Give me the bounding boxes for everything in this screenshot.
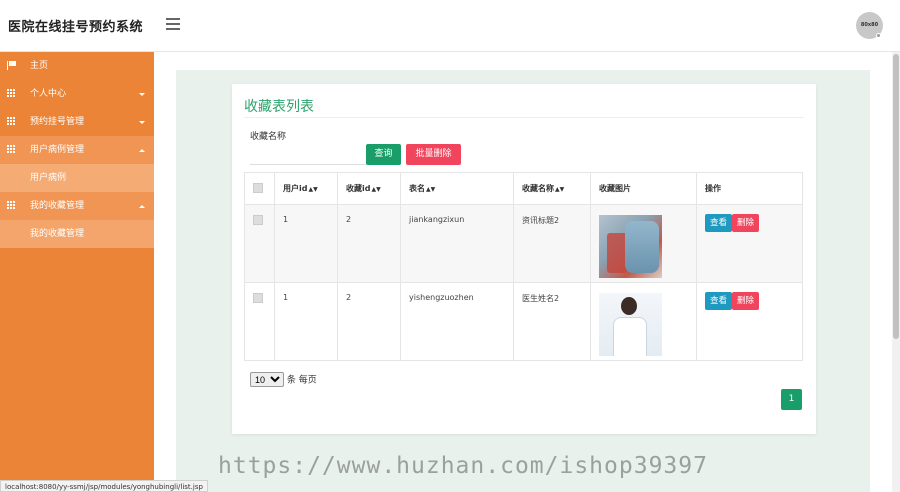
- chevron-up-icon: [139, 205, 145, 208]
- scrollbar[interactable]: [892, 52, 900, 492]
- status-dot-icon: [876, 33, 881, 38]
- sidebar-item-user-case-management[interactable]: 用户病例管理: [0, 136, 154, 164]
- select-all-checkbox[interactable]: [253, 183, 263, 193]
- scrollbar-thumb[interactable]: [893, 54, 899, 339]
- cell-user-id: 1: [274, 282, 338, 361]
- table-row: 1 2 jiankangzixun 资讯标题2 查看 删除: [244, 204, 803, 283]
- search-label: 收藏名称: [250, 132, 287, 142]
- column-header[interactable]: 收藏名称▲▼: [513, 172, 591, 205]
- search-button[interactable]: 查询: [366, 144, 401, 165]
- cell-fav-id: 2: [337, 204, 401, 283]
- sort-icon: ▲▼: [308, 186, 318, 193]
- sidebar-item-label: 预约挂号管理: [30, 117, 85, 127]
- table-header-row: 用户id▲▼ 收藏id▲▼ 表名▲▼ 收藏名称▲▼ 收藏图片 操作: [244, 172, 803, 205]
- table-row: 1 2 yishengzuozhen 医生姓名2 查看 删除: [244, 282, 803, 361]
- cell-fav-name: 资讯标题2: [513, 204, 591, 283]
- sidebar-subitem-favorites[interactable]: 我的收藏管理: [0, 220, 154, 248]
- flag-icon: [7, 61, 16, 70]
- page-button-1[interactable]: 1: [781, 389, 802, 410]
- sort-icon: ▲▼: [371, 186, 381, 193]
- sidebar-item-personal-center[interactable]: 个人中心: [0, 80, 154, 108]
- sidebar-item-appointment-management[interactable]: 预约挂号管理: [0, 108, 154, 136]
- medical-image: [599, 215, 662, 278]
- doctor-image: [599, 293, 662, 356]
- list-card: 收藏表列表 收藏名称 查询 批量删除 用户id▲▼ 收藏id▲▼ 表名▲▼ 收藏…: [232, 84, 816, 434]
- sidebar-item-label: 主页: [30, 61, 49, 71]
- row-checkbox[interactable]: [253, 215, 263, 225]
- row-checkbox[interactable]: [253, 293, 263, 303]
- chevron-down-icon: [139, 121, 145, 124]
- sidebar-subitem-user-case[interactable]: 用户病例: [0, 164, 154, 192]
- grid-icon: [7, 201, 16, 210]
- column-header[interactable]: 表名▲▼: [400, 172, 514, 205]
- sidebar-item-label: 我的收藏管理: [30, 201, 85, 211]
- top-bar: 医院在线挂号预约系统 80x80: [0, 0, 900, 52]
- sidebar-item-home[interactable]: 主页: [0, 52, 154, 80]
- grid-icon: [7, 145, 16, 154]
- divider: [244, 117, 804, 118]
- view-button[interactable]: 查看: [705, 292, 733, 310]
- sidebar-item-favorites-management[interactable]: 我的收藏管理: [0, 192, 154, 220]
- sidebar-item-label: 个人中心: [30, 89, 67, 99]
- sidebar-item-label: 用户病例管理: [30, 145, 85, 155]
- page-size-control: 10 条 每页: [250, 372, 317, 387]
- app-title: 医院在线挂号预约系统: [8, 20, 144, 35]
- cell-table-name: yishengzuozhen: [400, 282, 514, 361]
- chevron-down-icon: [139, 93, 145, 96]
- status-bar-url: localhost:8080/yy-ssmj/jsp/modules/yongh…: [0, 480, 208, 492]
- cell-fav-name: 医生姓名2: [513, 282, 591, 361]
- chevron-up-icon: [139, 149, 145, 152]
- sort-icon: ▲▼: [555, 186, 565, 193]
- per-page-label: 条 每页: [286, 375, 317, 386]
- watermark: https://www.huzhan.com/ishop39397: [218, 453, 708, 479]
- cell-fav-id: 2: [337, 282, 401, 361]
- column-header[interactable]: 收藏id▲▼: [337, 172, 401, 205]
- delete-button[interactable]: 删除: [732, 292, 760, 310]
- menu-toggle-icon[interactable]: [166, 18, 180, 30]
- favorites-table: 用户id▲▼ 收藏id▲▼ 表名▲▼ 收藏名称▲▼ 收藏图片 操作 1 2 ji…: [244, 172, 803, 361]
- column-header[interactable]: 用户id▲▼: [274, 172, 338, 205]
- page-title: 收藏表列表: [244, 99, 314, 115]
- column-header: 操作: [696, 172, 803, 205]
- batch-delete-button[interactable]: 批量删除: [406, 144, 461, 165]
- grid-icon: [7, 117, 16, 126]
- sort-icon: ▲▼: [426, 186, 436, 193]
- grid-icon: [7, 89, 16, 98]
- delete-button[interactable]: 删除: [732, 214, 760, 232]
- search-input[interactable]: [250, 143, 366, 165]
- column-header: 收藏图片: [590, 172, 697, 205]
- sidebar: 主页 个人中心 预约挂号管理 用户病例管理 用户病例 我的收藏管理 我的收藏管理: [0, 52, 154, 492]
- view-button[interactable]: 查看: [705, 214, 733, 232]
- cell-table-name: jiankangzixun: [400, 204, 514, 283]
- cell-user-id: 1: [274, 204, 338, 283]
- page-size-select[interactable]: 10: [250, 372, 284, 387]
